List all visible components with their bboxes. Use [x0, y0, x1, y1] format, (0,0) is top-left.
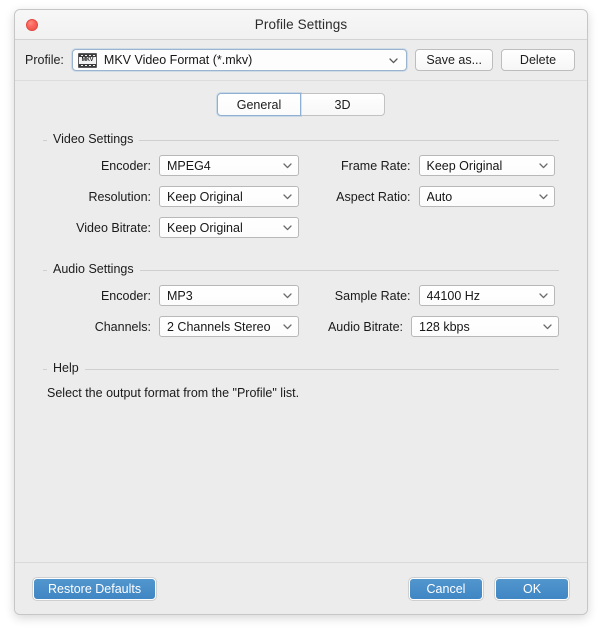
cancel-button[interactable]: Cancel [409, 578, 483, 600]
video-settings-group: Video Settings Encoder: MPEG4 Frame Rat [35, 140, 567, 238]
field-value: MP3 [167, 289, 277, 303]
window-title: Profile Settings [255, 17, 347, 32]
profile-dropdown[interactable]: MKV MKV Video Format (*.mkv) [72, 49, 408, 71]
audio-bitrate-dropdown[interactable]: 128 kbps [411, 316, 559, 337]
audio-settings-group: Audio Settings Encoder: MP3 Sample Rate [35, 270, 567, 337]
video-bitrate-dropdown[interactable]: Keep Original [159, 217, 299, 238]
ok-button[interactable]: OK [495, 578, 569, 600]
chevron-down-icon [537, 190, 550, 203]
delete-button[interactable]: Delete [501, 49, 575, 71]
field-sample-rate: Sample Rate: 44100 Hz [317, 285, 559, 306]
tab-3d[interactable]: 3D [301, 93, 385, 116]
field-value: 2 Channels Stereo [167, 320, 277, 334]
field-frame-rate: Frame Rate: Keep Original [317, 155, 559, 176]
tab-bar: General 3D [15, 81, 587, 126]
field-video-encoder: Encoder: MPEG4 [43, 155, 317, 176]
dialog-footer: Restore Defaults Cancel OK [15, 562, 587, 614]
field-value: Keep Original [167, 190, 277, 204]
chevron-down-icon [387, 54, 400, 67]
video-encoder-dropdown[interactable]: MPEG4 [159, 155, 299, 176]
field-value: Keep Original [427, 159, 533, 173]
field-value: 128 kbps [419, 320, 537, 334]
profile-selected-value: MKV Video Format (*.mkv) [104, 53, 384, 67]
chevron-down-icon [281, 289, 294, 302]
field-label: Frame Rate: [317, 159, 411, 173]
help-legend: Help [47, 361, 85, 375]
sample-rate-dropdown[interactable]: 44100 Hz [419, 285, 555, 306]
field-resolution: Resolution: Keep Original [43, 186, 317, 207]
field-value: Auto [427, 190, 533, 204]
tab-general[interactable]: General [217, 93, 301, 116]
chevron-down-icon [281, 221, 294, 234]
profile-row: Profile: MKV MKV Video Format (*.mkv) Sa… [15, 40, 587, 81]
settings-row: Channels: 2 Channels Stereo Audio Bitrat… [43, 316, 559, 337]
settings-row: Encoder: MP3 Sample Rate: 44100 Hz [43, 285, 559, 306]
help-group: Help Select the output format from the "… [35, 369, 567, 400]
chevron-down-icon [281, 190, 294, 203]
mkv-icon-label: MKV [79, 57, 96, 64]
field-label: Encoder: [43, 159, 151, 173]
resolution-dropdown[interactable]: Keep Original [159, 186, 299, 207]
field-video-bitrate: Video Bitrate: Keep Original [43, 217, 317, 238]
mkv-film-icon: MKV [78, 53, 97, 68]
field-value: MPEG4 [167, 159, 277, 173]
field-label: Encoder: [43, 289, 151, 303]
field-channels: Channels: 2 Channels Stereo [43, 316, 309, 337]
field-audio-encoder: Encoder: MP3 [43, 285, 317, 306]
chevron-down-icon [281, 159, 294, 172]
help-text: Select the output format from the "Profi… [43, 370, 559, 400]
field-value: Keep Original [167, 221, 277, 235]
field-label: Sample Rate: [317, 289, 411, 303]
save-as-button[interactable]: Save as... [415, 49, 493, 71]
profile-settings-window: Profile Settings Profile: MKV MKV Video … [14, 9, 588, 615]
field-label: Audio Bitrate: [309, 320, 403, 334]
field-aspect-ratio: Aspect Ratio: Auto [317, 186, 559, 207]
audio-settings-legend: Audio Settings [47, 262, 140, 276]
field-label: Aspect Ratio: [317, 190, 411, 204]
restore-defaults-button[interactable]: Restore Defaults [33, 578, 156, 600]
channels-dropdown[interactable]: 2 Channels Stereo [159, 316, 299, 337]
audio-encoder-dropdown[interactable]: MP3 [159, 285, 299, 306]
chevron-down-icon [281, 320, 294, 333]
frame-rate-dropdown[interactable]: Keep Original [419, 155, 555, 176]
segmented-control: General 3D [217, 93, 385, 116]
audio-settings-rows: Encoder: MP3 Sample Rate: 44100 Hz [43, 271, 559, 337]
profile-label: Profile: [25, 53, 64, 67]
window-titlebar: Profile Settings [15, 10, 587, 40]
field-value: 44100 Hz [427, 289, 533, 303]
settings-row: Video Bitrate: Keep Original [43, 217, 559, 238]
settings-row: Encoder: MPEG4 Frame Rate: Keep Original [43, 155, 559, 176]
field-label: Video Bitrate: [43, 221, 151, 235]
settings-row: Resolution: Keep Original Aspect Ratio: … [43, 186, 559, 207]
aspect-ratio-dropdown[interactable]: Auto [419, 186, 555, 207]
settings-content: Video Settings Encoder: MPEG4 Frame Rat [15, 126, 587, 562]
close-icon[interactable] [26, 19, 38, 31]
field-audio-bitrate: Audio Bitrate: 128 kbps [309, 316, 559, 337]
field-label: Channels: [43, 320, 151, 334]
chevron-down-icon [537, 289, 550, 302]
video-settings-legend: Video Settings [47, 132, 139, 146]
chevron-down-icon [537, 159, 550, 172]
chevron-down-icon [541, 320, 554, 333]
video-settings-rows: Encoder: MPEG4 Frame Rate: Keep Original [43, 141, 559, 238]
field-label: Resolution: [43, 190, 151, 204]
